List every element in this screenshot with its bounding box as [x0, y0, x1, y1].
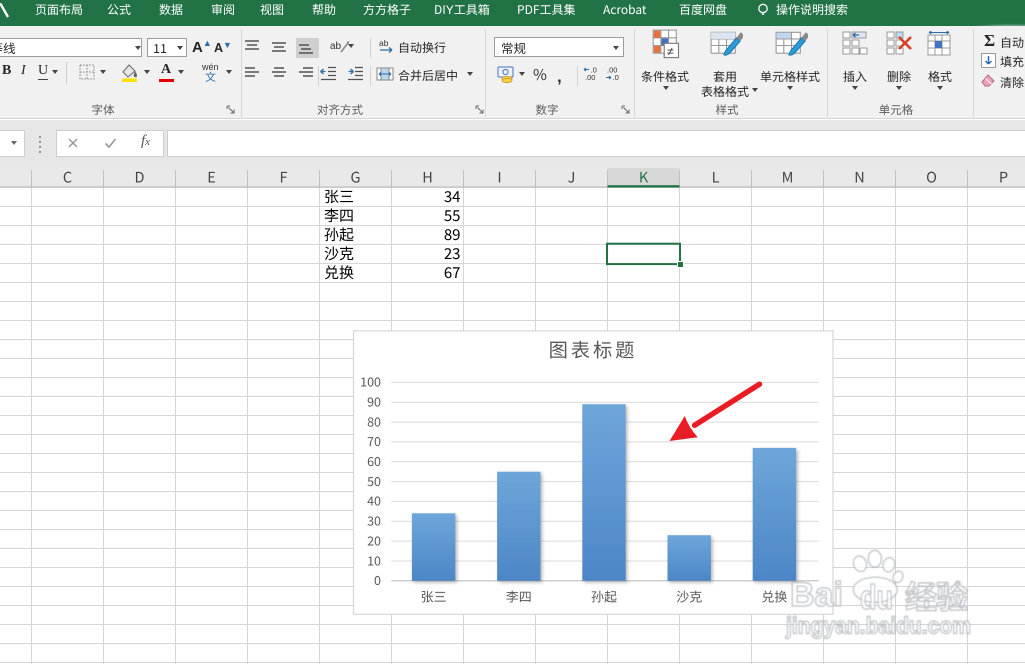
- svg-text:Bai: Bai: [790, 576, 843, 614]
- svg-text:M: M: [782, 167, 794, 188]
- svg-text:I: I: [497, 167, 501, 188]
- svg-text:20: 20: [367, 530, 381, 549]
- svg-text:du: du: [860, 579, 893, 617]
- svg-text:55: 55: [444, 205, 461, 226]
- svg-text:L: L: [712, 167, 720, 188]
- svg-text:60: 60: [367, 451, 381, 470]
- svg-text:50: 50: [367, 471, 381, 490]
- svg-text:H: H: [422, 167, 433, 188]
- svg-text:图表标题: 图表标题: [549, 335, 638, 363]
- svg-text:J: J: [568, 167, 576, 188]
- svg-text:E: E: [207, 167, 216, 188]
- svg-text:67: 67: [444, 262, 461, 283]
- svg-text:O: O: [926, 167, 937, 188]
- svg-text:90: 90: [367, 392, 381, 411]
- svg-text:C: C: [63, 167, 72, 188]
- svg-text:沙克: 沙克: [324, 243, 354, 264]
- svg-text:G: G: [351, 167, 361, 188]
- svg-text:李四: 李四: [324, 205, 354, 226]
- svg-text:40: 40: [367, 491, 381, 510]
- svg-text:70: 70: [367, 431, 381, 450]
- svg-text:100: 100: [360, 372, 381, 391]
- svg-text:10: 10: [367, 550, 381, 569]
- svg-text:兑换: 兑换: [324, 262, 354, 283]
- svg-text:张三: 张三: [324, 186, 354, 207]
- svg-text:jingyan.baidu.com: jingyan.baidu.com: [785, 613, 971, 639]
- svg-text:34: 34: [444, 186, 461, 207]
- svg-text:89: 89: [444, 224, 461, 245]
- svg-text:D: D: [135, 167, 145, 188]
- svg-text:孙起: 孙起: [324, 224, 354, 245]
- svg-text:F: F: [279, 167, 287, 188]
- svg-text:沙克: 沙克: [676, 587, 702, 606]
- svg-text:李四: 李四: [506, 587, 532, 606]
- svg-text:K: K: [639, 167, 649, 188]
- svg-text:兑换: 兑换: [761, 587, 787, 606]
- svg-text:P: P: [999, 167, 1008, 188]
- svg-text:80: 80: [367, 411, 381, 430]
- svg-text:孙起: 孙起: [591, 587, 617, 606]
- svg-text:张三: 张三: [421, 587, 447, 606]
- svg-text:30: 30: [367, 511, 381, 530]
- svg-text:0: 0: [374, 570, 381, 589]
- svg-text:N: N: [854, 167, 864, 188]
- svg-text:23: 23: [444, 243, 461, 264]
